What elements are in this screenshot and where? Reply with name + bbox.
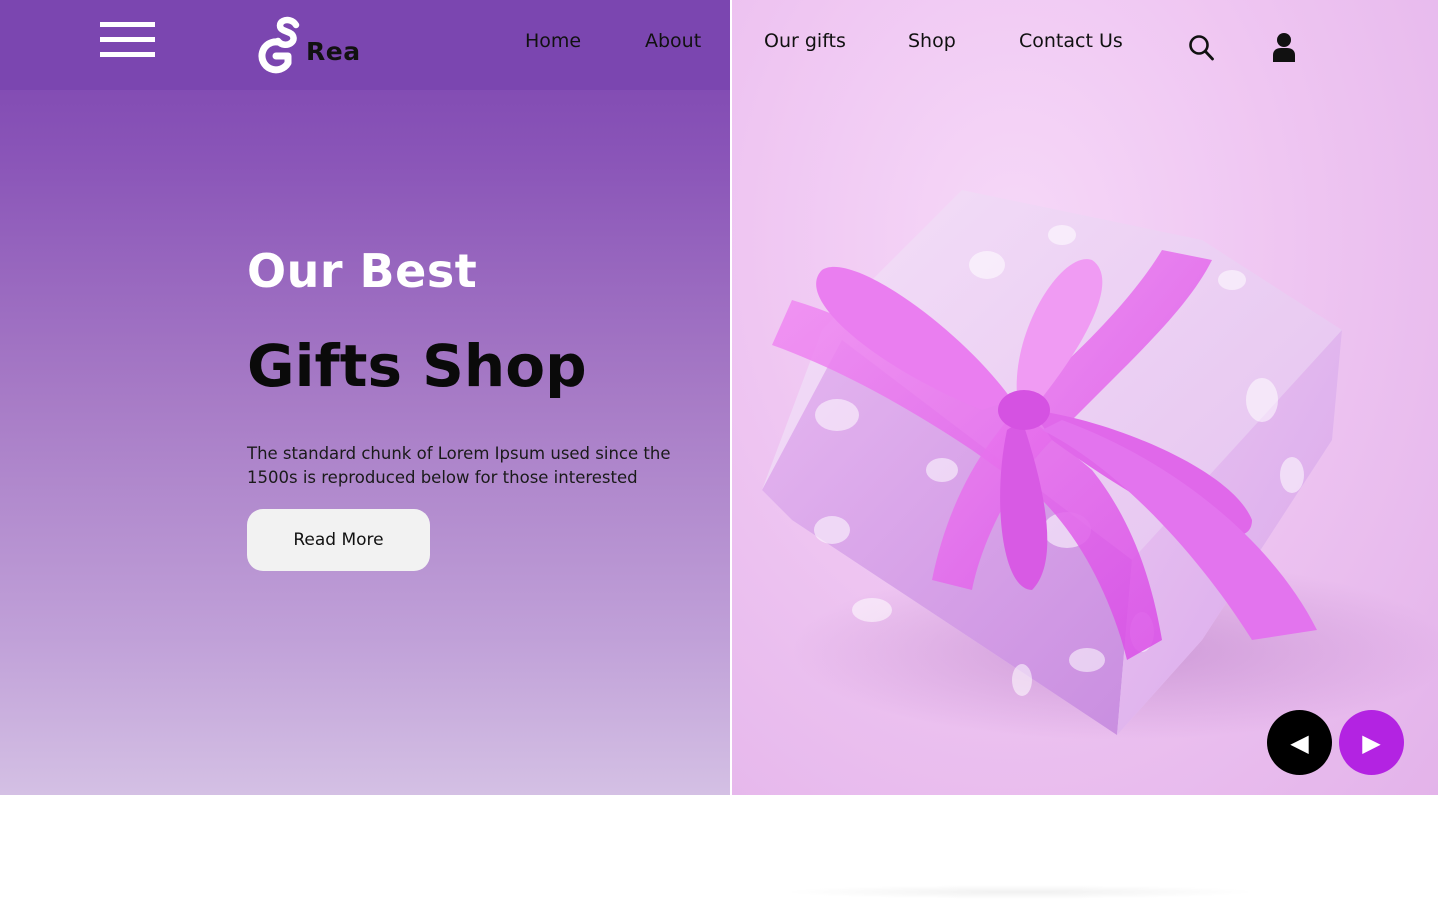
hero-title-line1: Our Best — [247, 244, 478, 298]
gift-box-illustration — [762, 190, 1438, 740]
arrow-left-icon: ◀ — [1290, 728, 1309, 757]
slider-next-button[interactable]: ▶ — [1339, 710, 1404, 775]
nav-shop[interactable]: Shop — [908, 30, 956, 52]
brand-logo[interactable]: Rea — [252, 12, 361, 74]
hero-description: The standard chunk of Lorem Ipsum used s… — [247, 444, 671, 487]
nav-contact-us[interactable]: Contact Us — [1019, 30, 1123, 52]
nav-about[interactable]: About — [645, 30, 701, 52]
read-more-button[interactable]: Read More — [247, 509, 430, 571]
brand-name: Rea — [306, 37, 361, 66]
nav-home[interactable]: Home — [525, 30, 581, 52]
section-shadow — [780, 885, 1260, 899]
menu-icon[interactable] — [100, 22, 155, 58]
hero-image — [732, 0, 1438, 795]
nav-our-gifts[interactable]: Our gifts — [764, 30, 846, 52]
arrow-right-icon: ▶ — [1362, 728, 1381, 757]
menu-bar — [100, 22, 155, 27]
hero-title-line2: Gifts Shop — [247, 332, 587, 400]
user-icon[interactable] — [1272, 32, 1296, 66]
menu-bar — [100, 52, 155, 57]
slider-prev-button[interactable]: ◀ — [1267, 710, 1332, 775]
menu-bar — [100, 37, 155, 42]
gs-logo-icon — [258, 16, 300, 74]
search-icon[interactable] — [1188, 34, 1215, 66]
